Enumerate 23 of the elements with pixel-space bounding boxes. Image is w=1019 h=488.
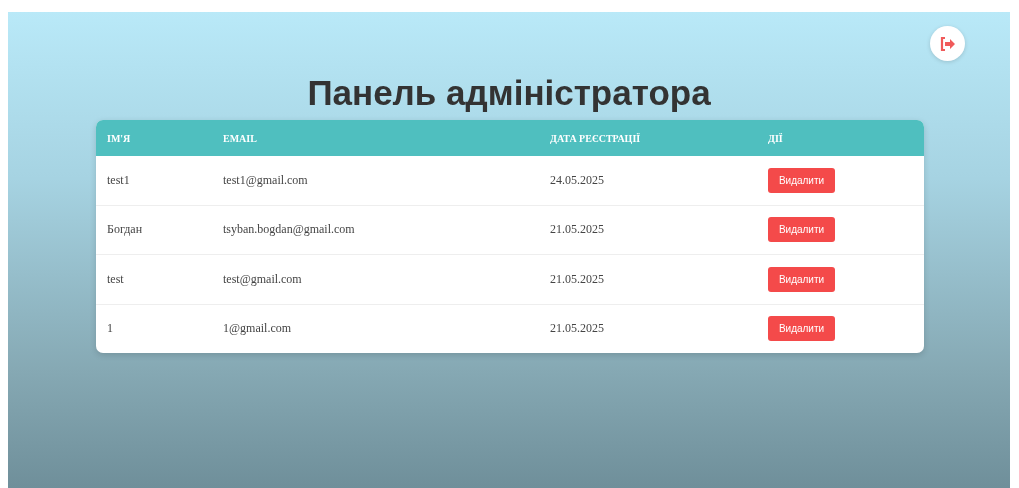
table-cell-text: test [107, 271, 125, 287]
delete-button[interactable]: Видалити [768, 316, 835, 342]
column-header: ДІЇ [768, 132, 784, 144]
table-cell-text: 21.05.2025 [550, 271, 605, 287]
table-cell-text: test1@gmail.com [223, 172, 309, 188]
table-cell-text: tsyban.bogdan@gmail.com [223, 222, 356, 238]
table-cell-text: Богдан [107, 222, 144, 238]
delete-button[interactable]: Видалити [768, 266, 835, 292]
logout-icon [939, 36, 956, 51]
table-cell-text: 21.05.2025 [550, 222, 605, 238]
delete-button[interactable]: Видалити [768, 167, 835, 193]
logout-button[interactable] [930, 26, 965, 61]
table-cell-text: test1 [107, 172, 131, 188]
table-cell-text: 21.05.2025 [550, 321, 605, 337]
page-title: Панель адміністратора [307, 72, 711, 114]
column-header: EMAIL [223, 132, 258, 144]
column-header: ІМ'Я [107, 132, 132, 144]
table-cell-text: 24.05.2025 [550, 172, 605, 188]
table-cell-text: 1@gmail.com [223, 321, 293, 337]
table-cell-text: 1 [107, 321, 114, 337]
delete-button[interactable]: Видалити [768, 217, 835, 243]
table-cell-text: test@gmail.com [223, 271, 303, 287]
column-header: ДАТА РЕЄСТРАЦІЇ [550, 132, 642, 144]
